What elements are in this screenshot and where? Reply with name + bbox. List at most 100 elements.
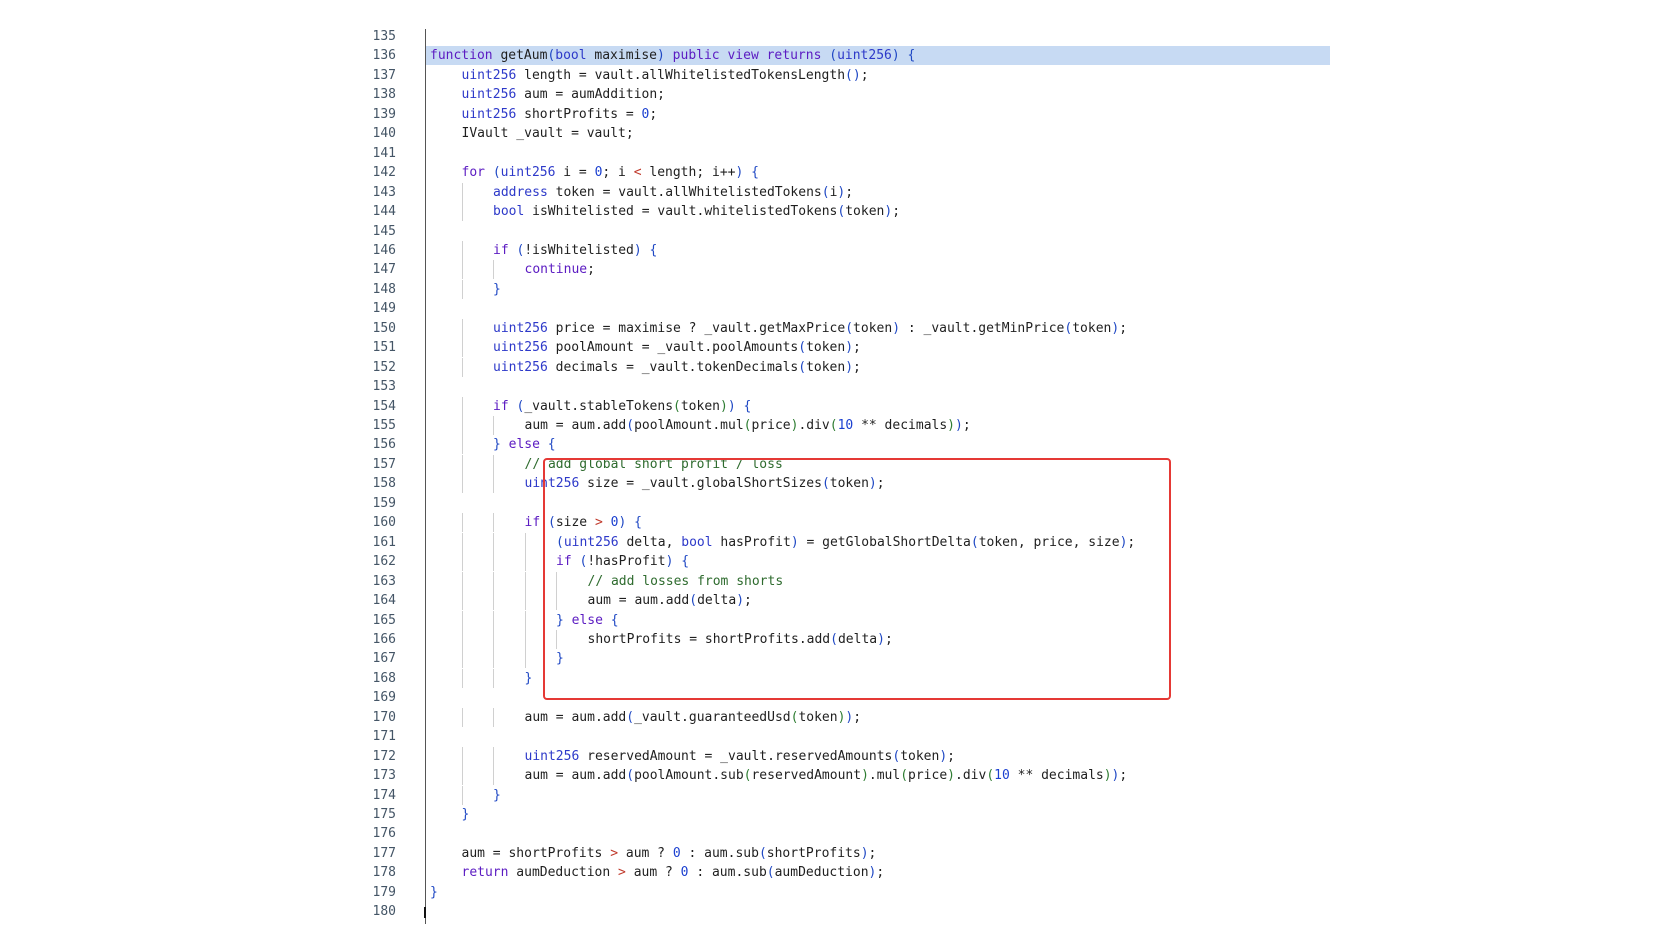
indent-guide bbox=[493, 532, 494, 552]
line-number: 143 bbox=[372, 184, 396, 200]
code-line[interactable]: 171 bbox=[0, 727, 1330, 746]
code-editor[interactable]: 135 136 function getAum(bool maximise) pub… bbox=[0, 0, 1680, 944]
line-number: 140 bbox=[372, 126, 396, 142]
line-number: 151 bbox=[372, 340, 396, 356]
indent-guide bbox=[524, 629, 526, 649]
line-code: aum = aum.add(_vault.guaranteedUsd(token… bbox=[524, 709, 862, 725]
code-line[interactable]: 172 uint256 reservedAmount = _vault.reser… bbox=[0, 746, 1330, 766]
code-line[interactable]: 142 for (uint256 i = 0; i < length; i++) … bbox=[0, 163, 1330, 182]
indent-guide bbox=[461, 416, 463, 435]
code-line[interactable]: 151 uint256 poolAmount = _vault.poolAmoun… bbox=[0, 338, 1330, 358]
line-number: 173 bbox=[372, 768, 396, 784]
code-line[interactable]: 178 return aumDeduction > aum ? 0 : aum.s… bbox=[0, 863, 1330, 882]
code-line[interactable]: 138 uint256 aum = aumAddition; bbox=[0, 85, 1330, 104]
line-code: continue; bbox=[524, 262, 595, 278]
code-line[interactable]: 156} else { bbox=[0, 435, 1330, 455]
line-number: 167 bbox=[372, 651, 396, 667]
line-number: 180 bbox=[372, 904, 396, 920]
line-number: 169 bbox=[372, 690, 396, 706]
line-code: uint256 reservedAmount = _vault.reserved… bbox=[524, 748, 956, 764]
line-number: 144 bbox=[372, 204, 396, 220]
indent-guide bbox=[493, 474, 494, 494]
indent-guide bbox=[461, 396, 463, 416]
line-code: uint256 aum = aumAddition; bbox=[461, 87, 666, 103]
indent-guide bbox=[493, 591, 494, 611]
line-code: function getAum(bool maximise) public vi… bbox=[430, 48, 916, 64]
line-number: 172 bbox=[372, 748, 396, 764]
code-line[interactable]: 179} bbox=[0, 883, 1330, 902]
line-code: } bbox=[430, 884, 438, 900]
indent-guide bbox=[461, 571, 463, 591]
code-line[interactable]: 144 bool isWhitelisted = vault.whiteliste… bbox=[0, 202, 1330, 222]
line-number: 154 bbox=[372, 398, 396, 414]
code-line[interactable]: 135 bbox=[0, 27, 1330, 46]
code-line[interactable]: 177 aum = shortProfits > aum ? 0 : aum.su… bbox=[0, 844, 1330, 863]
line-number: 135 bbox=[372, 29, 396, 44]
indent-guide bbox=[461, 785, 463, 805]
code-line[interactable]: 174} bbox=[0, 785, 1330, 805]
line-number: 147 bbox=[372, 262, 396, 278]
line-number: 145 bbox=[372, 223, 396, 239]
indent-guide bbox=[524, 571, 526, 591]
code-line[interactable]: 149 bbox=[0, 299, 1330, 318]
indent-guide bbox=[461, 766, 463, 786]
line-code: } bbox=[461, 807, 470, 822]
indent-guide bbox=[461, 552, 463, 572]
indent-guide bbox=[461, 454, 463, 474]
red-annotation-box bbox=[543, 458, 1171, 700]
indent-guide bbox=[461, 279, 463, 299]
code-line[interactable]: 176 bbox=[0, 824, 1330, 843]
line-number: 156 bbox=[372, 437, 396, 453]
code-line[interactable]: 139 uint256 shortProfits = 0; bbox=[0, 105, 1330, 124]
indent-guide bbox=[493, 668, 494, 688]
code-line[interactable]: 150 uint256 price = maximise ? _vault.get… bbox=[0, 318, 1330, 338]
line-number: 174 bbox=[372, 787, 396, 803]
line-number: 158 bbox=[372, 476, 396, 492]
code-line[interactable]: 146 if (!isWhitelisted) { bbox=[0, 240, 1330, 260]
indent-guide bbox=[461, 260, 463, 280]
line-number: 150 bbox=[372, 320, 396, 336]
code-line[interactable]: 154 if (_vault.stableTokens(token)) { bbox=[0, 396, 1330, 416]
line-code: uint256 length = vault.allWhitelistedTok… bbox=[461, 67, 869, 83]
code-line[interactable]: 173 aum = aum.add(poolAmount.sub(reserved… bbox=[0, 766, 1330, 786]
code-line[interactable]: 170 aum = aum.add(_vault.guaranteedUsd(to… bbox=[0, 707, 1330, 727]
line-code: } bbox=[524, 670, 533, 686]
indent-guide bbox=[524, 591, 526, 611]
line-number: 149 bbox=[372, 301, 396, 317]
line-number: 139 bbox=[372, 106, 396, 122]
code-line[interactable]: 180 bbox=[0, 902, 1330, 921]
line-number: 142 bbox=[372, 165, 396, 181]
code-line[interactable]: 143 address token = vault.allWhitelistedT… bbox=[0, 182, 1330, 202]
line-code: IVault _vault = vault; bbox=[461, 126, 634, 142]
code-line[interactable]: 147 continue; bbox=[0, 260, 1330, 280]
line-number: 178 bbox=[372, 865, 396, 881]
line-number: 153 bbox=[372, 379, 396, 395]
line-number: 159 bbox=[372, 495, 396, 511]
indent-guide bbox=[461, 532, 463, 552]
code-line[interactable]: 175} bbox=[0, 805, 1330, 824]
code-line[interactable]: 141 bbox=[0, 144, 1330, 163]
indent-guide bbox=[461, 318, 463, 338]
line-number: 155 bbox=[372, 418, 396, 433]
indent-guide bbox=[524, 649, 526, 669]
indent-guide bbox=[493, 766, 494, 786]
code-line[interactable]: 152 uint256 decimals = _vault.tokenDecima… bbox=[0, 357, 1330, 377]
line-number: 157 bbox=[372, 456, 396, 472]
code-line[interactable]: 148} bbox=[0, 279, 1330, 299]
line-code: return aumDeduction > aum ? 0 : aum.sub(… bbox=[461, 865, 885, 881]
code-line[interactable]: 153 bbox=[0, 377, 1330, 396]
code-line[interactable]: 136 function getAum(bool maximise) public… bbox=[0, 46, 1330, 66]
line-code: address token = vault.allWhitelistedToke… bbox=[493, 184, 854, 200]
code-line[interactable]: 140 IVault _vault = vault; bbox=[0, 124, 1330, 143]
indent-guide bbox=[524, 610, 526, 630]
indent-guide bbox=[493, 746, 494, 766]
code-line[interactable]: 155 aum = aum.add(poolAmount.mul(price).d… bbox=[0, 416, 1330, 435]
indent-guide bbox=[461, 649, 463, 669]
line-code: aum = aum.add(poolAmount.mul(price).div(… bbox=[524, 418, 971, 433]
indent-guide bbox=[461, 474, 463, 494]
code-line[interactable]: 137 uint256 length = vault.allWhitelisted… bbox=[0, 66, 1330, 85]
line-number: 137 bbox=[372, 67, 396, 83]
line-code: aum = aum.add(poolAmount.sub(reservedAmo… bbox=[524, 768, 1128, 784]
code-line[interactable]: 145 bbox=[0, 222, 1330, 241]
indent-guide bbox=[461, 591, 463, 611]
